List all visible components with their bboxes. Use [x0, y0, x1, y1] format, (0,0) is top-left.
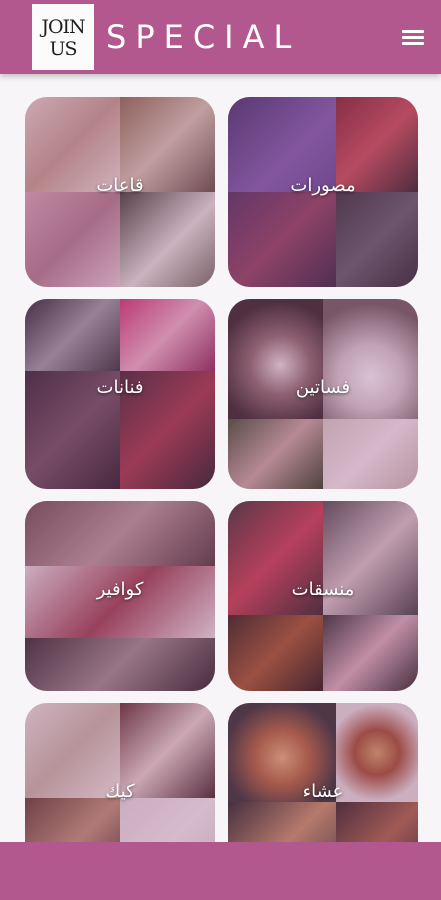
category-card-coordinators[interactable]: منسقات — [228, 501, 418, 691]
category-card-photographers[interactable]: مصورات — [228, 97, 418, 287]
app-title: SPECIAL — [106, 18, 301, 56]
category-label: كيك — [105, 781, 135, 802]
menu-bar-line — [402, 36, 424, 39]
bottom-bar — [0, 842, 441, 900]
category-card-halls[interactable]: قاعات — [25, 97, 215, 287]
category-label: فنانات — [96, 377, 144, 398]
menu-bar-line — [402, 42, 424, 45]
top-app-bar: JOIN US SPECIAL — [0, 0, 441, 74]
category-label: منسقات — [291, 579, 355, 600]
logo-text-line2: US — [49, 37, 77, 60]
category-card-hair-salons[interactable]: كوافير — [25, 501, 215, 691]
category-label: فساتين — [295, 377, 351, 398]
app-screen: JOIN US SPECIAL مصورات قاعات فساتين فنان… — [0, 0, 441, 900]
category-label: قاعات — [96, 175, 144, 196]
join-us-logo[interactable]: JOIN US — [32, 4, 94, 70]
category-label: عشاء — [302, 781, 344, 802]
category-card-dresses[interactable]: فساتين — [228, 299, 418, 489]
category-label: كوافير — [96, 579, 144, 600]
hamburger-menu-icon[interactable] — [400, 26, 426, 48]
category-label: مصورات — [290, 175, 356, 196]
category-card-singers[interactable]: فنانات — [25, 299, 215, 489]
menu-bar-line — [402, 30, 424, 33]
logo-text-line1: JOIN — [41, 15, 85, 38]
